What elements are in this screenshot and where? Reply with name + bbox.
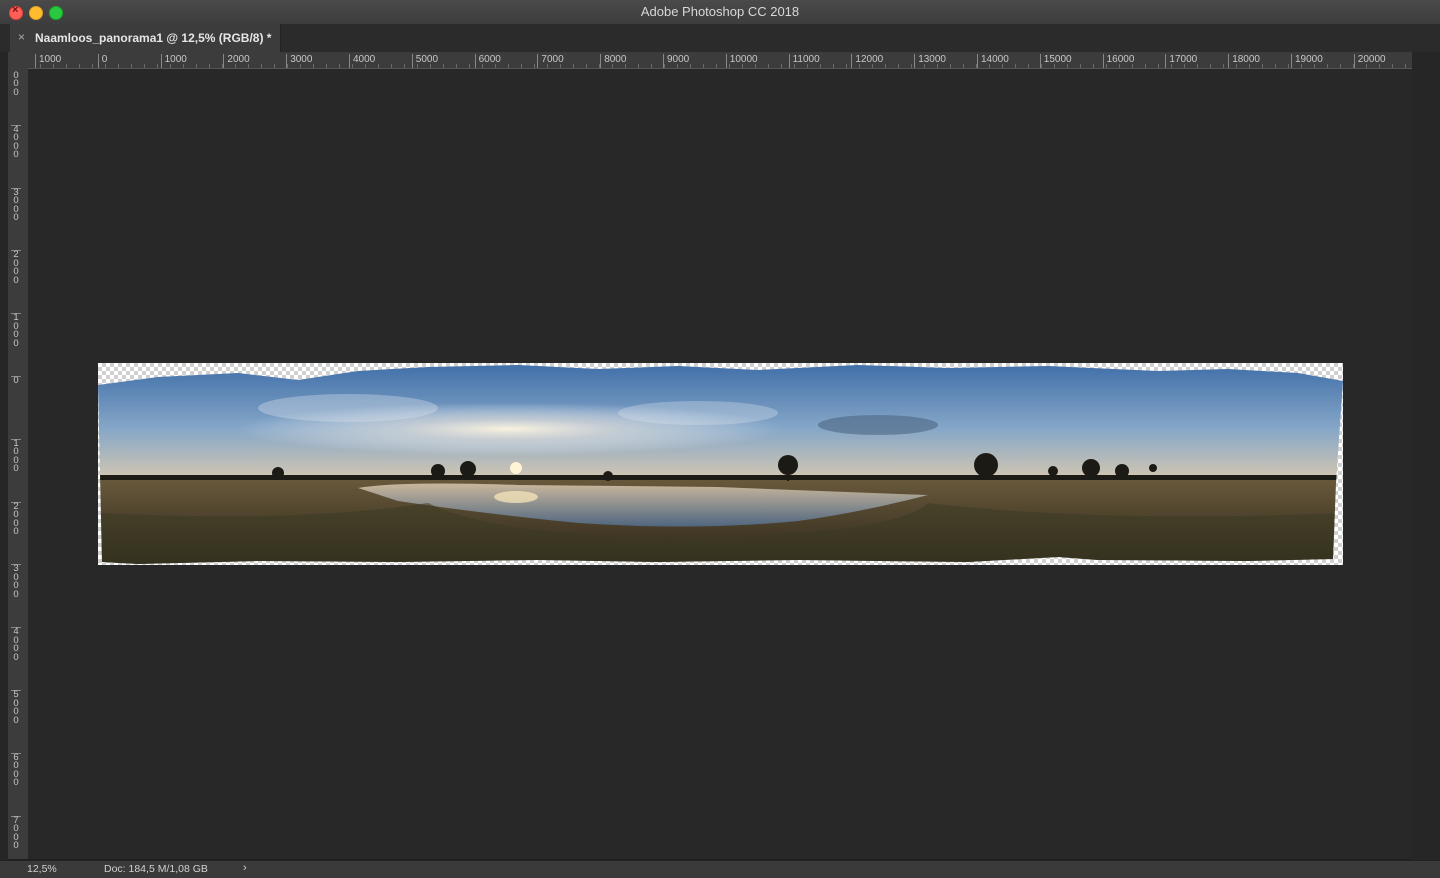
ruler-tick-label: 8000: [600, 54, 626, 68]
panorama-image: [98, 363, 1343, 565]
ruler-tick-label: 10000: [725, 54, 758, 68]
ruler-tick-label: 1000: [160, 54, 187, 68]
right-gutter: [1412, 52, 1440, 860]
ruler-tick-label: 1000: [11, 439, 21, 474]
ruler-tick-label: 18000: [1228, 54, 1260, 68]
title-bar: Adobe Photoshop CC 2018: [0, 0, 1440, 25]
ruler-tick-label: 3000: [286, 54, 312, 68]
document-size-info: Doc: 184,5 M/1,08 GB: [104, 863, 208, 875]
ruler-tick-label: 12000: [851, 54, 883, 68]
ruler-tick-label: 6000: [11, 753, 21, 788]
ruler-tick-label: 14000: [977, 54, 1009, 68]
ruler-tick-label: 0: [97, 54, 107, 68]
ruler-tick-label: 2000: [11, 501, 21, 537]
ruler-tick-label: 4000: [11, 125, 21, 160]
ruler-tick-label: 16000: [1102, 54, 1134, 68]
horizontal-ruler[interactable]: 1000 0 1000 2000 3000 4000 5000 6000 7000 8000 900…: [28, 52, 1412, 69]
window-title: Adobe Photoshop CC 2018: [640, 4, 800, 19]
left-gutter: [0, 52, 8, 877]
ruler-tick-label: 2000: [223, 54, 250, 68]
canvas-area[interactable]: [28, 69, 1412, 859]
ruler-tick-label: 2000: [11, 250, 21, 285]
panorama-image-artwork: [98, 365, 1343, 564]
ruler-tick-label: 5000: [11, 690, 21, 725]
document-tab-bar: × Naamloos_panorama1 @ 12,5% (RGB/8) *: [0, 24, 1440, 52]
vertical-ruler[interactable]: 5000 4000 3000 2000 1000 0 1000 2000 3000 4000 500…: [8, 69, 29, 859]
ruler-tick-label: 1000: [35, 54, 61, 68]
ruler-tick-label: 17000: [1165, 54, 1197, 68]
ruler-tick-label: 9000: [663, 54, 689, 68]
ruler-tick-label: 4000: [349, 54, 375, 68]
ruler-tick-label: 4000: [11, 627, 21, 662]
ruler-tick-label: 5000: [11, 69, 21, 97]
ruler-tick-label: 3000: [11, 187, 21, 223]
ruler-tick-label: 1000: [11, 313, 21, 348]
tab-close-icon[interactable]: ×: [18, 30, 25, 44]
ruler-tick-label: 7000: [11, 815, 21, 851]
ruler-tick-label: 13000: [914, 54, 946, 68]
document-tab[interactable]: × Naamloos_panorama1 @ 12,5% (RGB/8) *: [10, 24, 281, 52]
ruler-tick-label: 3000: [11, 564, 21, 599]
ruler-tick-label: 20000: [1353, 54, 1386, 68]
zoom-level[interactable]: 12,5%: [27, 863, 57, 875]
ruler-tick-label: 0: [11, 376, 21, 386]
ruler-tick-label: 15000: [1039, 54, 1072, 68]
document-tab-label: Naamloos_panorama1 @ 12,5% (RGB/8) *: [35, 31, 272, 45]
status-menu-arrow-icon[interactable]: ›: [243, 862, 247, 874]
ruler-origin-corner[interactable]: [8, 52, 29, 70]
ruler-tick-label: 11000: [788, 54, 820, 68]
ruler-tick-label: 7000: [537, 54, 564, 68]
ruler-tick-label: 6000: [474, 54, 501, 68]
ruler-tick-label: 5000: [411, 54, 438, 68]
ruler-tick-label: 19000: [1291, 54, 1323, 68]
status-bar: 12,5% Doc: 184,5 M/1,08 GB ›: [0, 860, 1440, 878]
